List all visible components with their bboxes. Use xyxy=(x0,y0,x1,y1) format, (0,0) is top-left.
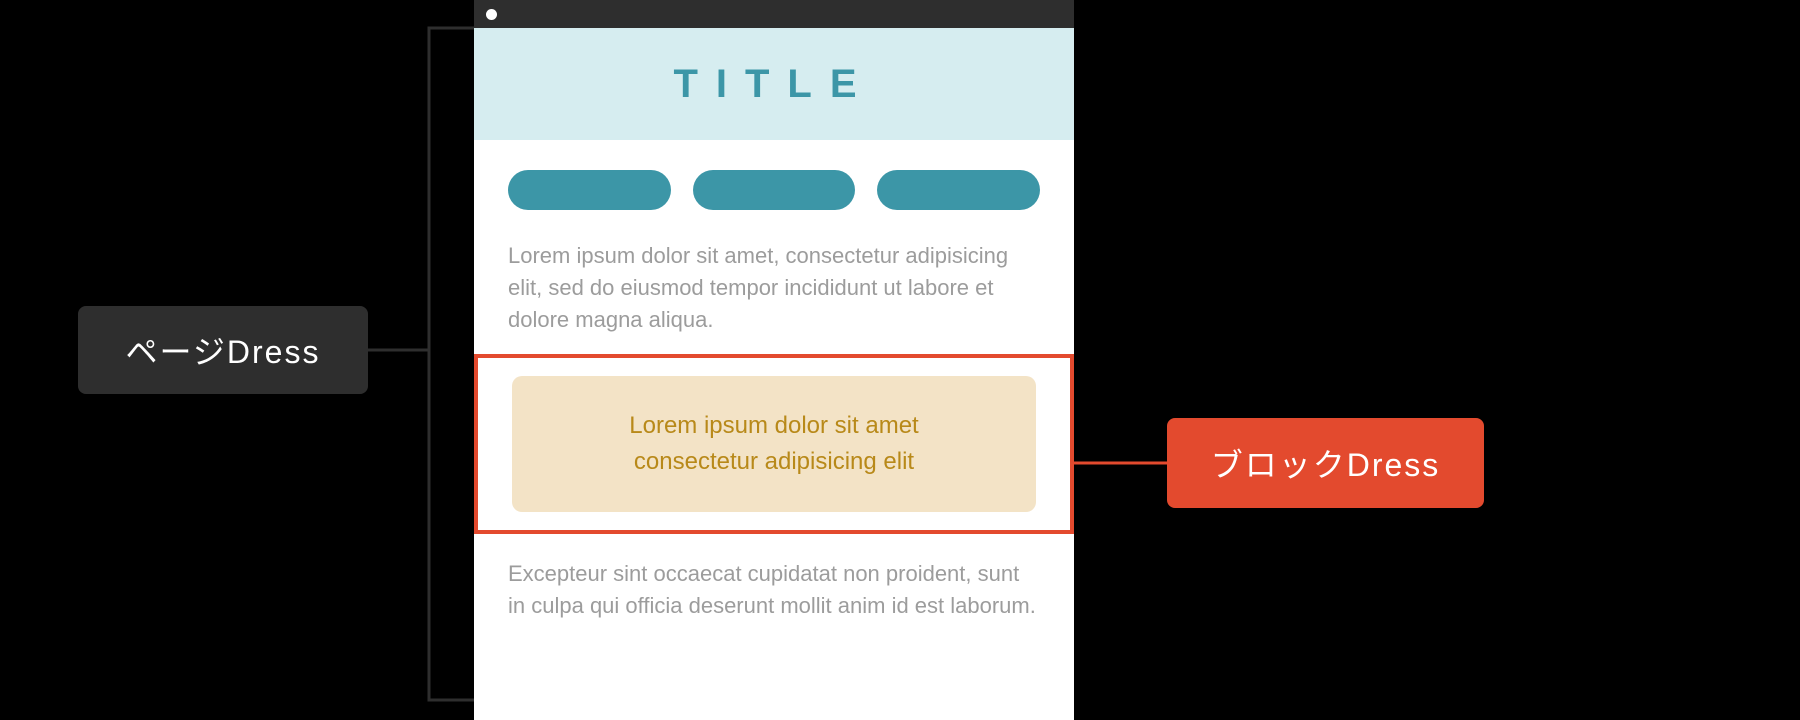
nav-pills xyxy=(508,170,1040,210)
block-dress-label: ブロックDress xyxy=(1167,418,1484,508)
highlighted-block: Lorem ipsum dolor sit amet consectetur a… xyxy=(512,376,1036,512)
nav-pill xyxy=(508,170,671,210)
browser-titlebar xyxy=(474,0,1074,28)
body-paragraph-2: Excepteur sint occaecat cupidatat non pr… xyxy=(508,558,1040,622)
page-content: Lorem ipsum dolor sit amet, consectetur … xyxy=(474,140,1074,720)
body-paragraph-1: Lorem ipsum dolor sit amet, consectetur … xyxy=(508,240,1040,336)
highlighted-block-line2: consectetur adipisicing elit xyxy=(634,448,914,475)
nav-pill xyxy=(693,170,856,210)
page-dress-label-text: ページDress xyxy=(126,327,321,373)
highlighted-block-text: Lorem ipsum dolor sit amet consectetur a… xyxy=(540,408,1008,480)
highlighted-block-outline: Lorem ipsum dolor sit amet consectetur a… xyxy=(474,354,1074,534)
diagram-canvas: ページDress ブロックDress TITLE Lorem ipsum dol… xyxy=(0,0,1800,720)
page-mockup: TITLE Lorem ipsum dolor sit amet, consec… xyxy=(474,0,1074,720)
block-dress-label-text: ブロックDress xyxy=(1211,440,1441,486)
highlighted-block-line1: Lorem ipsum dolor sit amet xyxy=(629,412,918,439)
window-dot-icon xyxy=(486,9,497,20)
page-title-band: TITLE xyxy=(474,28,1074,140)
nav-pill xyxy=(877,170,1040,210)
page-dress-label: ページDress xyxy=(78,306,368,394)
page-title: TITLE xyxy=(673,62,874,107)
